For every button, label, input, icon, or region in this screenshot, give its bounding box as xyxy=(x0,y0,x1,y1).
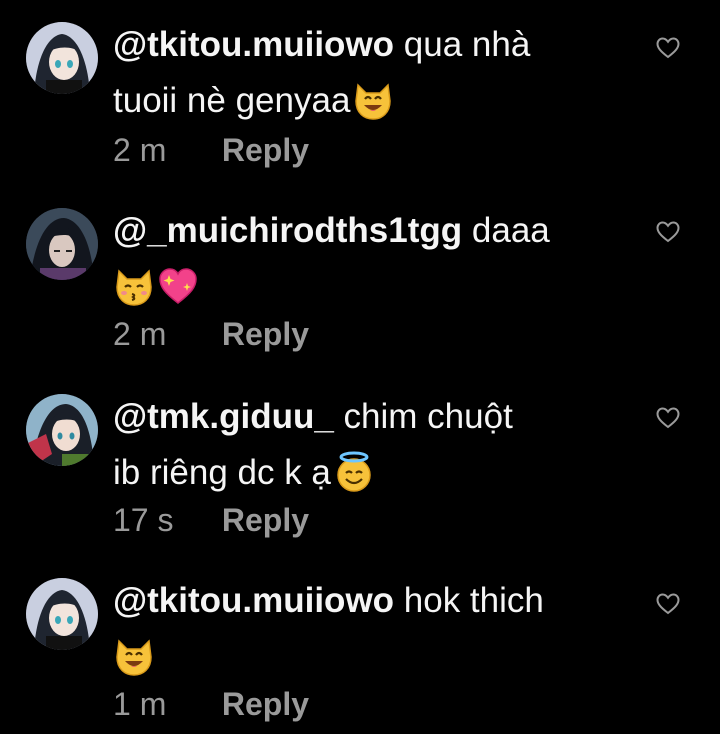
comment-text: tuoii nè genyaa xyxy=(113,81,351,120)
avatar-image xyxy=(26,394,98,466)
comment-body: @_muichirodths1tgg daaa xyxy=(113,203,633,315)
comment-body: @tmk.giduu_ chim chuột ib riêng dc k ạ xyxy=(113,389,633,501)
comment-username[interactable]: @tkitou.muiiowo xyxy=(113,25,394,64)
comment-meta: 1 m Reply xyxy=(113,684,309,724)
smiling-cat-icon xyxy=(113,635,155,677)
heart-outline-icon xyxy=(656,221,680,243)
comment-text: hok thich xyxy=(403,581,544,620)
heart-outline-icon xyxy=(656,407,680,429)
smiling-face-with-halo-icon xyxy=(333,451,375,493)
comment-text: qua nhà xyxy=(403,25,531,64)
avatar[interactable] xyxy=(26,208,98,280)
comment-body: @tkitou.muiiowo qua nhà tuoii nè genyaa xyxy=(113,17,633,129)
reply-button[interactable]: Reply xyxy=(222,684,309,724)
comment-item: @tkitou.muiiowo qua nhà tuoii nè genyaa … xyxy=(0,0,720,184)
like-button[interactable] xyxy=(656,37,680,59)
like-button[interactable] xyxy=(656,221,680,243)
avatar[interactable] xyxy=(26,394,98,466)
heart-outline-icon xyxy=(656,37,680,59)
avatar-image xyxy=(26,22,98,94)
avatar-image xyxy=(26,208,98,280)
comment-meta: 2 m Reply xyxy=(113,130,309,170)
comment-item: @tmk.giduu_ chim chuột ib riêng dc k ạ 1… xyxy=(0,370,720,556)
comment-username[interactable]: @tkitou.muiiowo xyxy=(113,581,394,620)
comment-username[interactable]: @tmk.giduu_ xyxy=(113,397,334,436)
like-button[interactable] xyxy=(656,593,680,615)
comment-meta: 2 m Reply xyxy=(113,314,309,354)
comment-text: ib riêng dc k ạ xyxy=(113,453,331,492)
reply-button[interactable]: Reply xyxy=(222,130,309,170)
comment-body: @tkitou.muiiowo hok thich xyxy=(113,573,633,685)
comment-username[interactable]: @_muichirodths1tgg xyxy=(113,211,462,250)
avatar[interactable] xyxy=(26,578,98,650)
like-button[interactable] xyxy=(656,407,680,429)
reply-button[interactable]: Reply xyxy=(222,500,309,540)
comment-text: daaa xyxy=(471,211,550,250)
comment-time: 17 s xyxy=(113,502,174,538)
reply-button[interactable]: Reply xyxy=(222,314,309,354)
avatar-image xyxy=(26,578,98,650)
comment-text: chim chuột xyxy=(343,397,513,436)
comment-item: @tkitou.muiiowo hok thich 1 m Reply xyxy=(0,556,720,734)
comment-time: 2 m xyxy=(113,132,167,168)
avatar[interactable] xyxy=(26,22,98,94)
comment-item: @_muichirodths1tgg daaa 2 m Reply xyxy=(0,184,720,370)
comment-meta: 17 s Reply xyxy=(113,500,309,540)
comment-time: 1 m xyxy=(113,686,167,722)
heart-outline-icon xyxy=(656,593,680,615)
comment-time: 2 m xyxy=(113,316,167,352)
kissing-cat-icon xyxy=(113,265,155,307)
sparkling-heart-icon xyxy=(157,265,199,307)
smiling-cat-icon xyxy=(352,79,394,121)
